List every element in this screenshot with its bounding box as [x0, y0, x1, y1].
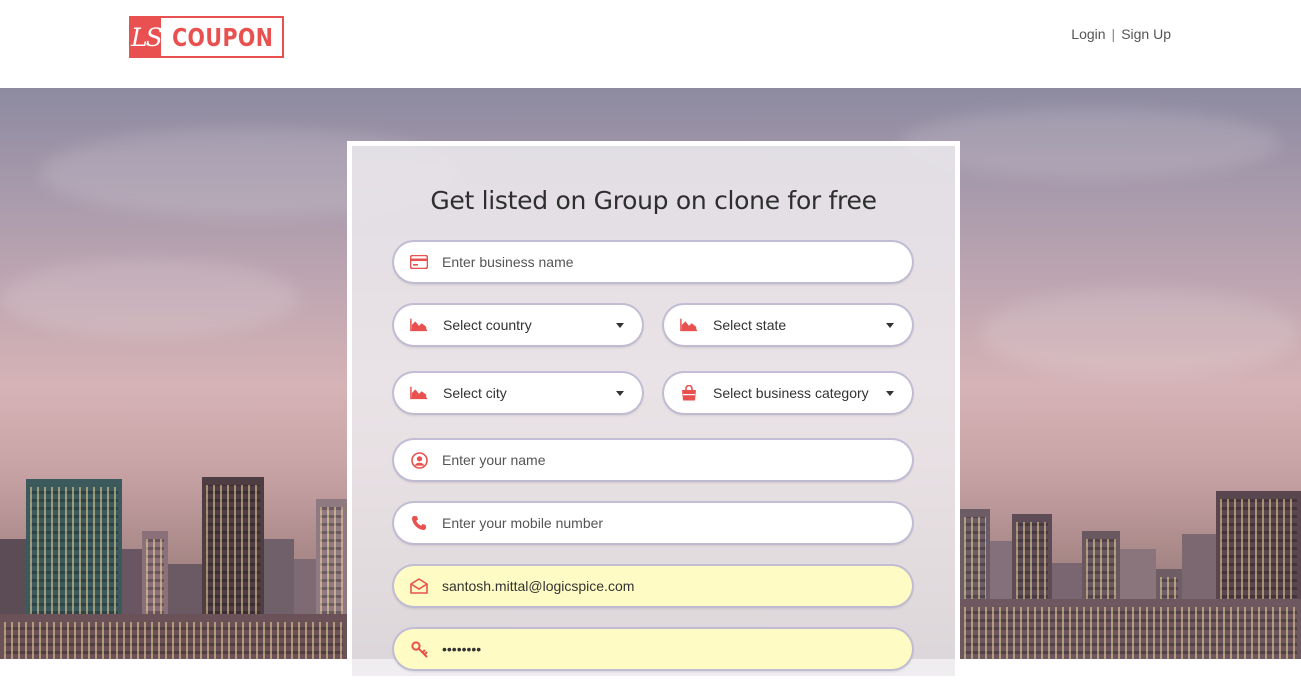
your-name-field[interactable] — [394, 439, 912, 481]
cloud — [0, 258, 300, 338]
password-input[interactable] — [440, 628, 912, 670]
envelope-icon — [410, 577, 428, 595]
shopping-bag-icon — [680, 384, 698, 402]
form-title: Get listed on Group on clone for free — [430, 186, 877, 215]
auth-links: Login | Sign Up — [1071, 26, 1171, 42]
chevron-down-icon — [886, 322, 894, 328]
state-select-label: Select state — [713, 317, 787, 333]
logo[interactable]: LS COUPON — [129, 16, 284, 58]
logo-mark: LS — [131, 18, 163, 56]
mobile-number-input[interactable] — [440, 502, 912, 544]
city-select-label: Select city — [443, 385, 507, 401]
building — [960, 599, 1301, 659]
business-name-field[interactable] — [394, 241, 912, 283]
signup-link[interactable]: Sign Up — [1121, 26, 1171, 42]
country-select[interactable]: Select country — [394, 305, 642, 345]
your-name-input[interactable] — [440, 439, 912, 481]
logo-text: COUPON — [171, 22, 274, 52]
top-navbar: LS COUPON Login | Sign Up — [0, 0, 1301, 88]
state-select[interactable]: Select state — [664, 305, 912, 345]
card-icon — [410, 253, 428, 271]
phone-icon — [410, 514, 428, 532]
city-select[interactable]: Select city — [394, 373, 642, 413]
chevron-down-icon — [616, 390, 624, 396]
email-field[interactable] — [394, 565, 912, 607]
auth-separator: | — [1111, 26, 1116, 42]
business-name-input[interactable] — [440, 241, 912, 283]
business-category-select[interactable]: Select business category — [664, 373, 912, 413]
chevron-down-icon — [886, 390, 894, 396]
area-chart-icon — [410, 384, 428, 402]
building — [0, 614, 347, 659]
area-chart-icon — [680, 316, 698, 334]
user-circle-icon — [410, 451, 428, 469]
business-category-select-label: Select business category — [713, 385, 869, 401]
key-icon — [410, 640, 428, 658]
country-select-label: Select country — [443, 317, 532, 333]
listing-form-card: Get listed on Group on clone for free Se… — [347, 141, 960, 681]
login-link[interactable]: Login — [1071, 26, 1105, 42]
cloud — [980, 288, 1300, 378]
chevron-down-icon — [616, 322, 624, 328]
email-input[interactable] — [440, 565, 912, 607]
area-chart-icon — [410, 316, 428, 334]
password-field[interactable] — [394, 628, 912, 670]
mobile-number-field[interactable] — [394, 502, 912, 544]
